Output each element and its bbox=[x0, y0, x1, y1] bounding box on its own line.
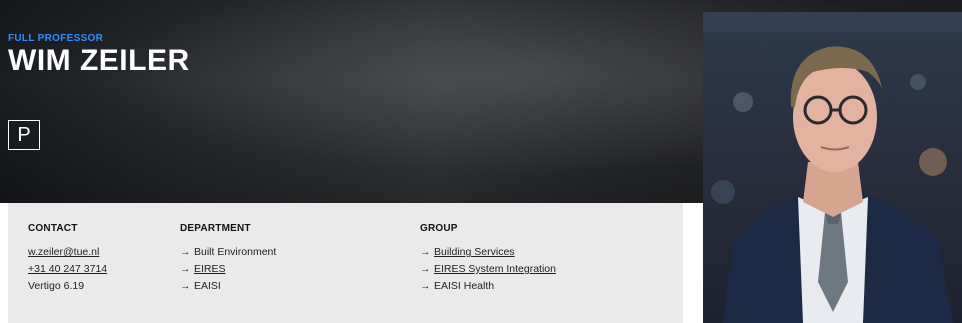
group-item-label: EAISI Health bbox=[434, 280, 495, 292]
profile-info-panel: CONTACT w.zeiler@tue.nl +31 40 247 3714 … bbox=[8, 203, 683, 323]
department-item-label: EAISI bbox=[194, 280, 221, 292]
portrait-image bbox=[703, 12, 962, 323]
group-item-label[interactable]: Building Services bbox=[434, 246, 515, 258]
department-item-label: Built Environment bbox=[194, 246, 277, 258]
arrow-right-icon: → bbox=[180, 280, 191, 292]
arrow-right-icon: → bbox=[420, 263, 431, 275]
group-item: → EAISI Health bbox=[420, 278, 556, 295]
arrow-right-icon: → bbox=[420, 246, 431, 258]
arrow-right-icon: → bbox=[180, 246, 191, 258]
contact-column: CONTACT w.zeiler@tue.nl +31 40 247 3714 … bbox=[28, 223, 107, 295]
arrow-right-icon: → bbox=[420, 280, 431, 292]
phone-link[interactable]: +31 40 247 3714 bbox=[28, 261, 107, 278]
group-column: GROUP → Building Services → EIRES System I… bbox=[420, 223, 556, 295]
profile-badge[interactable]: P bbox=[8, 120, 40, 150]
profile-role: FULL PROFESSOR bbox=[8, 33, 104, 44]
department-item[interactable]: → EIRES bbox=[180, 261, 276, 278]
group-item[interactable]: → EIRES System Integration bbox=[420, 261, 556, 278]
group-item-label[interactable]: EIRES System Integration bbox=[434, 263, 556, 275]
department-column: DEPARTMENT → Built Environment → EIRES → EA… bbox=[180, 223, 276, 295]
department-item: → EAISI bbox=[180, 278, 276, 295]
room-text: Vertigo 6.19 bbox=[28, 280, 85, 292]
profile-name: WIM ZEILER bbox=[8, 44, 190, 77]
department-heading: DEPARTMENT bbox=[180, 223, 251, 234]
email-link[interactable]: w.zeiler@tue.nl bbox=[28, 244, 107, 261]
arrow-right-icon: → bbox=[180, 263, 191, 275]
contact-heading: CONTACT bbox=[28, 223, 78, 234]
department-item-label[interactable]: EIRES bbox=[194, 263, 226, 275]
department-item: → Built Environment bbox=[180, 244, 276, 261]
profile-photo bbox=[703, 12, 962, 323]
group-heading: GROUP bbox=[420, 223, 458, 234]
group-item[interactable]: → Building Services bbox=[420, 244, 556, 261]
